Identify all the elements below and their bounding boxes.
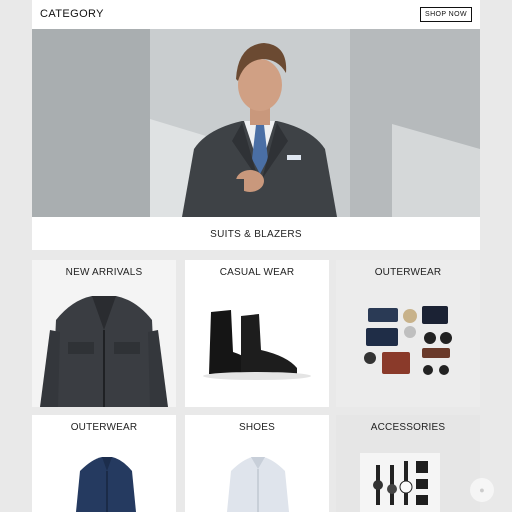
- category-card-outerwear-2[interactable]: OUTERWEAR: [32, 415, 176, 512]
- top-bar: CATEGORY SHOP NOW: [32, 0, 480, 29]
- card-label: NEW ARRIVALS: [65, 267, 143, 278]
- category-card-new-arrivals[interactable]: NEW ARRIVALS: [32, 260, 176, 407]
- card-label: SHOES: [238, 422, 275, 433]
- shop-now-button[interactable]: SHOP NOW: [420, 7, 472, 22]
- category-card-outerwear[interactable]: OUTERWEAR: [336, 260, 480, 407]
- hero-image: [32, 29, 480, 217]
- boots-image: [185, 260, 329, 407]
- card-label: ACCESSORIES: [370, 422, 446, 433]
- category-card-shoes[interactable]: SHOES: [185, 415, 329, 512]
- accessories-flatlay-image: [336, 260, 480, 407]
- hero-banner[interactable]: SUITS & BLAZERS: [32, 29, 480, 250]
- denim-jacket-image: [32, 260, 176, 407]
- category-card-casual-wear[interactable]: CASUAL WEAR: [185, 260, 329, 407]
- card-label: OUTERWEAR: [70, 422, 138, 433]
- hero-caption: SUITS & BLAZERS: [210, 229, 302, 240]
- card-label: CASUAL WEAR: [219, 267, 295, 278]
- page-title: CATEGORY: [40, 8, 104, 20]
- category-card-accessories[interactable]: ACCESSORIES: [336, 415, 480, 512]
- card-label: OUTERWEAR: [374, 267, 442, 278]
- floating-action-icon[interactable]: ●: [470, 478, 494, 502]
